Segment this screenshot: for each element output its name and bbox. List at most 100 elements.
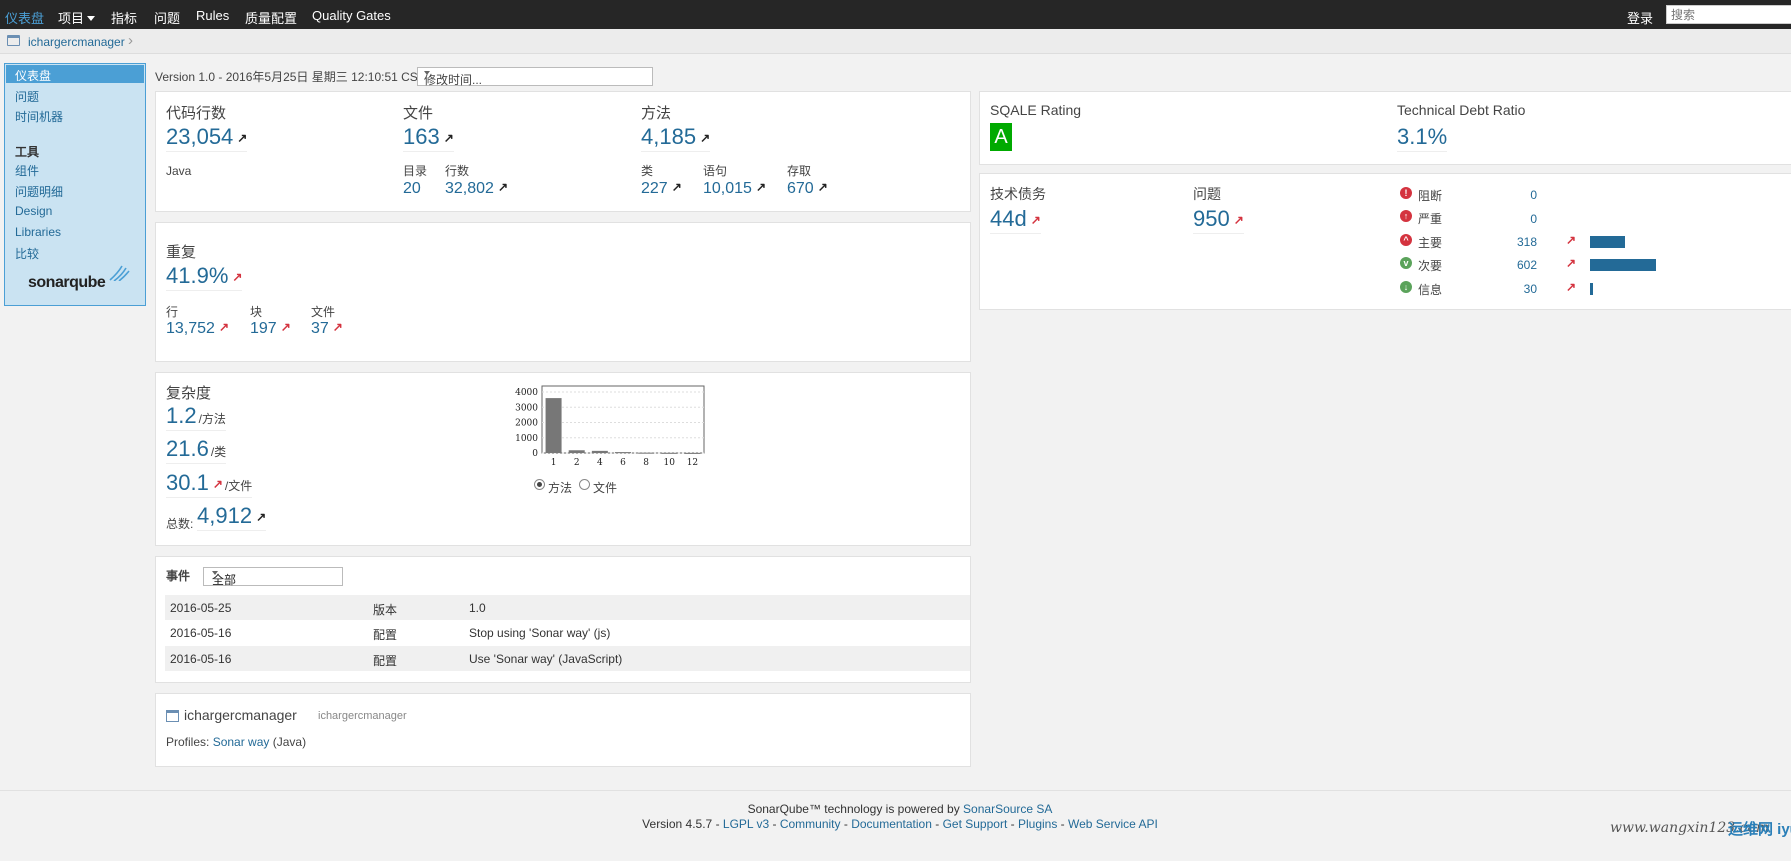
sidebar-item-components[interactable]: 组件 <box>15 162 39 179</box>
footer-version: Version 4.5.7 <box>642 817 713 831</box>
trend-up-icon: ↗ <box>700 131 711 145</box>
dup-lines-value[interactable]: 13,752 ↗ <box>166 320 229 338</box>
lgpl-link[interactable]: LGPL v3 <box>723 817 769 831</box>
severity-count[interactable]: 602 <box>1487 258 1537 272</box>
sidebar-item-design[interactable]: Design <box>15 204 52 218</box>
debt-ratio-label: Technical Debt Ratio <box>1397 102 1526 118</box>
files-value[interactable]: 163 ↗ <box>403 124 454 152</box>
event-name: Stop using 'Sonar way' (js) <box>469 626 611 640</box>
trend-up-icon: ↗ <box>1030 213 1041 227</box>
dup-files-value[interactable]: 37 ↗ <box>311 320 343 338</box>
period-select[interactable]: 修改时间... <box>417 67 653 87</box>
severity-label: 信息 <box>1418 283 1443 297</box>
classes-number: 227 <box>641 180 668 197</box>
bar <box>615 452 631 454</box>
y-tick-label: 3000 <box>515 403 538 413</box>
accessors-value[interactable]: 670 ↗ <box>787 180 828 198</box>
complexity-per-method[interactable]: 1.2/方法 <box>166 403 226 431</box>
sidebar-item-compare[interactable]: 比较 <box>15 245 39 262</box>
accessors-label: 存取 <box>787 164 812 178</box>
trend-up-icon: ↗ <box>497 180 508 194</box>
profiles-label: Profiles: <box>166 735 210 749</box>
events-filter-select[interactable]: 全部 <box>203 567 343 587</box>
sqale-rating-badge[interactable]: A <box>990 123 1012 151</box>
duplication-value[interactable]: 41.9% ↗ <box>166 263 243 291</box>
radio-file[interactable] <box>579 479 590 490</box>
sidebar-item-dashboard[interactable]: 仪表盘 <box>6 65 144 83</box>
debt-ratio-value[interactable]: 3.1% <box>1397 124 1448 152</box>
nav-measures[interactable]: 指标 <box>111 8 137 27</box>
nav-rules[interactable]: Rules <box>196 8 229 23</box>
sonarsource-link[interactable]: SonarSource SA <box>963 802 1052 816</box>
x-tick-label: 4 <box>597 458 603 468</box>
files-number: 163 <box>403 124 440 149</box>
dup-blocks-value[interactable]: 197 ↗ <box>250 320 291 338</box>
community-link[interactable]: Community <box>780 817 841 831</box>
severity-count[interactable]: 0 <box>1487 188 1537 202</box>
nav-projects-label: 项目 <box>58 11 85 26</box>
accessors-number: 670 <box>787 180 814 197</box>
dup-lines-number: 13,752 <box>166 320 215 337</box>
bar <box>661 452 678 454</box>
documentation-link[interactable]: Documentation <box>851 817 932 831</box>
loc-number: 23,054 <box>166 124 234 149</box>
dup-lines-label: 行 <box>166 305 179 319</box>
period-select-value: 修改时间... <box>424 73 483 87</box>
debt-value[interactable]: 44d ↗ <box>990 206 1041 234</box>
trend-up-icon: ↗ <box>671 180 682 194</box>
x-tick-label: 10 <box>664 458 676 468</box>
severity-count[interactable]: 318 <box>1487 235 1537 249</box>
sidebar-item-issues[interactable]: 问题 <box>15 88 39 105</box>
lines-value[interactable]: 32,802 ↗ <box>445 180 508 198</box>
trend-up-icon: ↗ <box>280 320 291 334</box>
minor-icon: v <box>1400 257 1412 269</box>
footer: SonarQube™ technology is powered by Sona… <box>0 790 1791 861</box>
blocker-icon: ! <box>1400 187 1412 199</box>
issues-value[interactable]: 950 ↗ <box>1193 206 1244 234</box>
plugins-link[interactable]: Plugins <box>1018 817 1057 831</box>
severity-count[interactable]: 30 <box>1487 282 1537 296</box>
complexity-per-class[interactable]: 21.6/类 <box>166 436 227 464</box>
trend-up-icon: ↗ <box>755 180 766 194</box>
dup-blocks-number: 197 <box>250 320 277 337</box>
statements-value[interactable]: 10,015 ↗ <box>703 180 766 198</box>
nav-quality-gates[interactable]: Quality Gates <box>312 8 391 23</box>
login-link[interactable]: 登录 <box>1627 8 1653 27</box>
loc-value[interactable]: 23,054 ↗ <box>166 124 248 152</box>
trend-up-icon: ↗ <box>1233 213 1244 227</box>
classes-value[interactable]: 227 ↗ <box>641 180 682 198</box>
web-service-api-link[interactable]: Web Service API <box>1068 817 1158 831</box>
profile-link[interactable]: Sonar way <box>213 735 270 749</box>
methods-number: 4,185 <box>641 124 697 149</box>
dirs-value[interactable]: 20 <box>403 180 421 198</box>
events-widget: 事件 全部 2016-05-25 版本 1.0 2016-05-16 配置 St… <box>155 556 971 683</box>
severity-bar <box>1590 259 1656 271</box>
chevron-right-icon: › <box>128 32 133 49</box>
search-input[interactable] <box>1666 5 1791 24</box>
get-support-link[interactable]: Get Support <box>943 817 1008 831</box>
nav-dashboard[interactable]: 仪表盘 <box>5 8 44 27</box>
table-row: 2016-05-25 版本 1.0 <box>165 595 970 620</box>
nav-projects[interactable]: 项目 <box>58 8 96 27</box>
issues-title: 问题 <box>1193 186 1221 202</box>
breadcrumb-project[interactable]: ichargercmanager <box>28 35 125 49</box>
severity-count[interactable]: 0 <box>1487 212 1537 226</box>
methods-value[interactable]: 4,185 ↗ <box>641 124 711 152</box>
table-row: 2016-05-16 配置 Use 'Sonar way' (JavaScrip… <box>165 646 970 671</box>
bar <box>545 398 562 453</box>
radio-method[interactable] <box>534 479 545 490</box>
sidebar-item-issues-drilldown[interactable]: 问题明细 <box>15 183 63 200</box>
sidebar-item-libraries[interactable]: Libraries <box>15 225 61 239</box>
sidebar-item-time-machine[interactable]: 时间机器 <box>15 108 63 125</box>
x-tick-label: 2 <box>574 458 580 468</box>
complexity-per-file[interactable]: 30.1 ↗/文件 <box>166 470 253 498</box>
sonarqube-logo: sonarqube <box>28 265 130 292</box>
complexity-total-label: 总数: <box>166 517 194 531</box>
nav-quality-profiles[interactable]: 质量配置 <box>245 8 297 27</box>
bar <box>591 450 608 453</box>
nav-issues[interactable]: 问题 <box>154 8 180 27</box>
complexity-distribution-chart: 40003000200010000 1 2 4 6 8 10 12 <box>515 385 705 468</box>
complexity-total[interactable]: 4,912 ↗ <box>197 503 267 531</box>
severity-label: 次要 <box>1418 259 1443 273</box>
trend-up-icon: ↗ <box>232 270 243 284</box>
